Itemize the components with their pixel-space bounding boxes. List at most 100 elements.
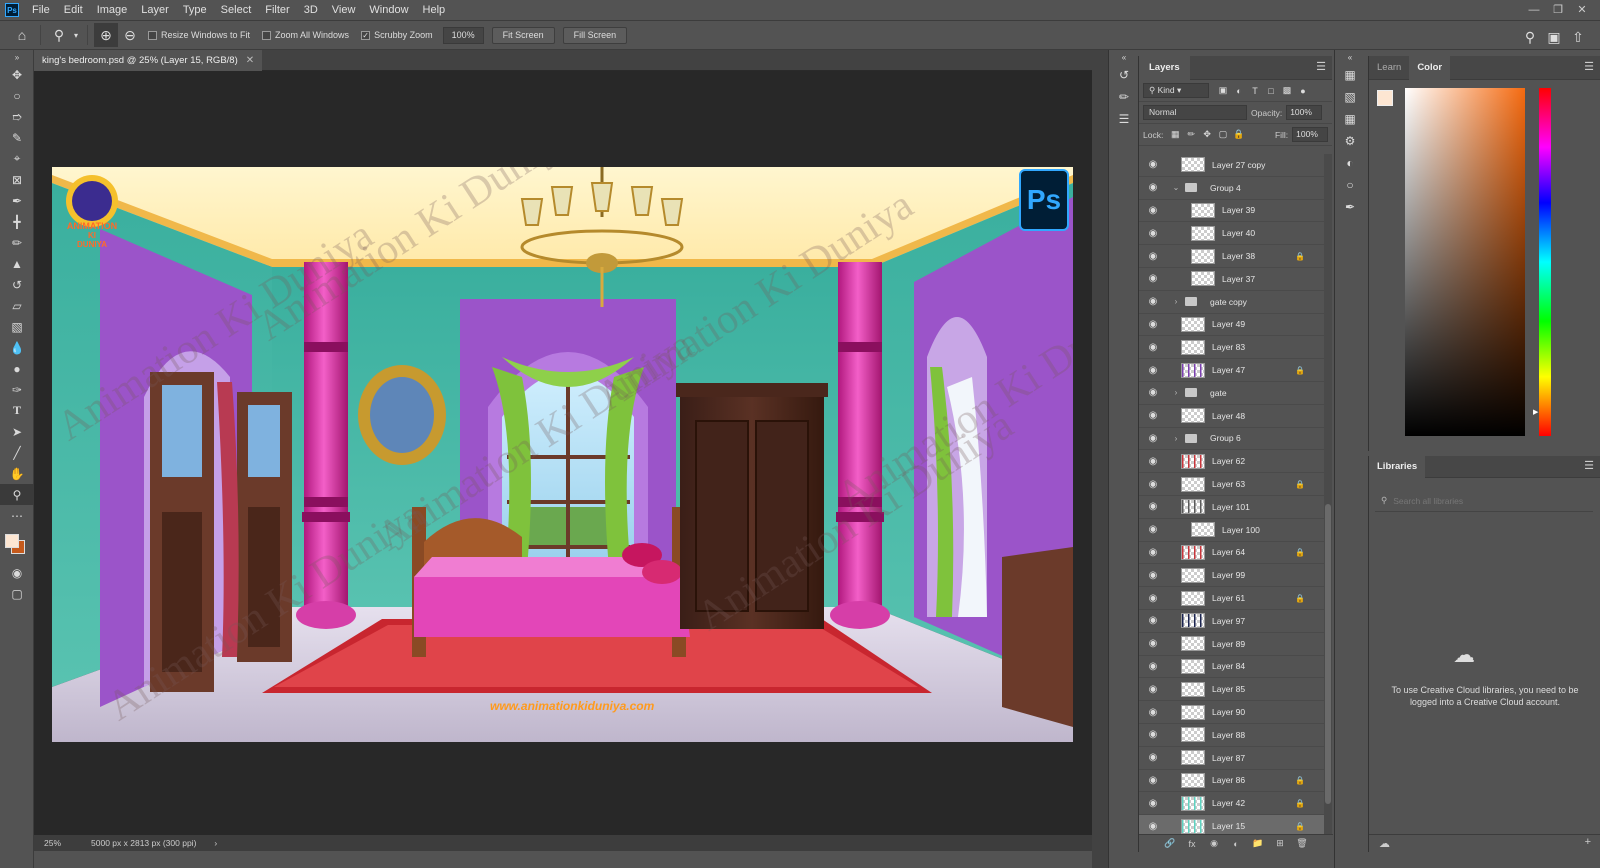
new-layer-icon[interactable]: ⊞ <box>1269 838 1291 849</box>
visibility-eye-icon[interactable]: ◉ <box>1139 273 1167 284</box>
layer-group-row[interactable]: ◉ › gate copy <box>1139 291 1325 314</box>
pen-tool-icon[interactable]: ✑ <box>0 379 34 400</box>
layer-name[interactable]: Group 4 <box>1210 183 1241 193</box>
layer-row[interactable]: ◉ Layer 40 <box>1139 222 1325 246</box>
layer-row[interactable]: ◉ Layer 42 🔒 <box>1139 792 1325 816</box>
scrubby-zoom-checkbox[interactable]: ✓ Scrubby Zoom <box>361 30 433 40</box>
layer-thumbnail[interactable] <box>1191 225 1215 241</box>
layers-scrollbar[interactable] <box>1324 154 1332 834</box>
layer-thumbnail[interactable] <box>1181 316 1205 332</box>
channels-panel-icon[interactable]: ○ <box>1335 174 1365 196</box>
search-icon[interactable]: ⚲ <box>1518 25 1542 49</box>
layer-row[interactable]: ◉ Layer 86 🔒 <box>1139 770 1325 793</box>
layer-name[interactable]: Layer 42 <box>1212 798 1245 808</box>
quick-select-tool-icon[interactable]: ✎ <box>0 127 34 148</box>
layer-thumbnail[interactable] <box>1181 499 1205 515</box>
layer-name[interactable]: Layer 99 <box>1212 570 1245 580</box>
fill-field[interactable]: 100% <box>1292 127 1328 142</box>
visibility-eye-icon[interactable]: ◉ <box>1139 387 1167 398</box>
zoom-all-windows-checkbox[interactable]: Zoom All Windows <box>262 30 349 40</box>
menu-select[interactable]: Select <box>214 0 259 20</box>
layer-row[interactable]: ◉ Layer 101 <box>1139 496 1325 519</box>
layer-row[interactable]: ◉ Layer 87 <box>1139 747 1325 770</box>
layer-row[interactable]: ◉ Layer 97 <box>1139 610 1325 633</box>
layer-thumbnail[interactable] <box>1191 202 1215 218</box>
type-tool-icon[interactable]: T <box>0 400 34 421</box>
menu-type[interactable]: Type <box>176 0 214 20</box>
link-layers-icon[interactable]: 🔗 <box>1159 838 1181 849</box>
layer-thumbnail[interactable] <box>1181 590 1205 606</box>
layer-row[interactable]: ◉ Layer 62 <box>1139 450 1325 474</box>
artwork-bedroom-scene[interactable]: Animation Ki Duniya Animation Ki Duniya … <box>52 167 1073 742</box>
visibility-eye-icon[interactable]: ◉ <box>1139 821 1167 832</box>
layer-row[interactable]: ◉ Layer 27 copy <box>1139 154 1325 177</box>
filter-shape-icon[interactable]: □ <box>1265 85 1277 97</box>
visibility-eye-icon[interactable]: ◉ <box>1139 524 1167 535</box>
line-tool-icon[interactable]: ╱ <box>0 442 34 463</box>
layer-thumbnail[interactable] <box>1181 362 1205 378</box>
frame-tool-icon[interactable]: ⊠ <box>0 169 34 190</box>
visibility-eye-icon[interactable]: ◉ <box>1139 159 1167 170</box>
share-icon[interactable]: ⇧ <box>1566 25 1590 49</box>
visibility-eye-icon[interactable]: ◉ <box>1139 661 1167 672</box>
layers-tab[interactable]: Layers <box>1139 55 1190 80</box>
layer-name[interactable]: Layer 89 <box>1212 639 1245 649</box>
layer-group-row[interactable]: ◉ ⌄ Group 4 <box>1139 177 1325 200</box>
layer-name[interactable]: Layer 84 <box>1212 661 1245 671</box>
collapse-toolbar-icon[interactable]: » <box>0 50 34 64</box>
lock-artboard-icon[interactable]: ▢ <box>1217 129 1229 141</box>
layer-thumbnail[interactable] <box>1181 727 1205 743</box>
patterns-panel-icon[interactable]: ▦ <box>1335 108 1365 130</box>
layer-name[interactable]: Layer 47 <box>1212 365 1245 375</box>
more-tools-icon[interactable]: ⋯ <box>0 505 34 526</box>
layer-row[interactable]: ◉ Layer 64 🔒 <box>1139 542 1325 565</box>
tab-learn[interactable]: Learn <box>1369 56 1409 80</box>
visibility-eye-icon[interactable]: ◉ <box>1139 296 1167 307</box>
brushes-panel-icon[interactable]: ☰ <box>1109 108 1139 130</box>
fit-screen-button[interactable]: Fit Screen <box>491 26 555 44</box>
menu-image[interactable]: Image <box>90 0 135 20</box>
visibility-eye-icon[interactable]: ◉ <box>1139 479 1167 490</box>
hand-tool-icon[interactable]: ✋ <box>0 463 34 484</box>
visibility-eye-icon[interactable]: ◉ <box>1139 501 1167 512</box>
cloud-sync-icon[interactable]: ☁ <box>1379 837 1390 850</box>
layer-thumbnail[interactable] <box>1181 544 1205 560</box>
filter-smart-object-icon[interactable]: ▩ <box>1281 85 1293 97</box>
foreground-color-chip[interactable] <box>1377 90 1393 106</box>
visibility-eye-icon[interactable]: ◉ <box>1139 410 1167 421</box>
brush-settings-icon[interactable]: ✏ <box>1109 86 1139 108</box>
layer-row[interactable]: ◉ Layer 100 <box>1139 519 1325 542</box>
layer-row[interactable]: ◉ Layer 89 <box>1139 633 1325 656</box>
layer-row[interactable]: ◉ Layer 37 <box>1139 268 1325 291</box>
visibility-eye-icon[interactable]: ◉ <box>1139 365 1167 376</box>
foreground-color-swatch[interactable] <box>5 534 19 548</box>
menu-edit[interactable]: Edit <box>57 0 90 20</box>
layer-name[interactable]: Layer 27 copy <box>1212 160 1265 170</box>
layer-name[interactable]: Layer 64 <box>1212 547 1245 557</box>
visibility-eye-icon[interactable]: ◉ <box>1139 319 1167 330</box>
panel-menu-icon[interactable]: ☰ <box>1584 459 1594 472</box>
layer-row[interactable]: ◉ Layer 47 🔒 <box>1139 359 1325 382</box>
visibility-eye-icon[interactable]: ◉ <box>1139 638 1167 649</box>
menu-filter[interactable]: Filter <box>258 0 296 20</box>
fill-screen-button[interactable]: Fill Screen <box>562 26 628 44</box>
layer-row[interactable]: ◉ Layer 48 <box>1139 405 1325 428</box>
tab-libraries[interactable]: Libraries <box>1369 454 1426 479</box>
visibility-eye-icon[interactable]: ◉ <box>1139 615 1167 626</box>
blend-mode-select[interactable]: Normal <box>1143 105 1247 120</box>
layer-thumbnail[interactable] <box>1191 248 1215 264</box>
layer-name[interactable]: Layer 86 <box>1212 775 1245 785</box>
swatches-panel-icon[interactable]: ▦ <box>1335 64 1365 86</box>
layer-name[interactable]: Layer 87 <box>1212 753 1245 763</box>
layer-row[interactable]: ◉ Layer 83 <box>1139 336 1325 360</box>
status-zoom[interactable]: 25% <box>44 838 61 848</box>
close-icon[interactable]: ✕ <box>1570 0 1594 20</box>
filter-adjustment-icon[interactable]: ◐ <box>1233 85 1245 97</box>
visibility-eye-icon[interactable]: ◉ <box>1139 433 1167 444</box>
layer-thumbnail[interactable] <box>1191 271 1215 287</box>
layer-name[interactable]: Layer 85 <box>1212 684 1245 694</box>
layer-row[interactable]: ◉ Layer 39 <box>1139 200 1325 223</box>
layer-thumbnail[interactable] <box>1181 567 1205 583</box>
scrollbar-thumb[interactable] <box>1325 504 1331 804</box>
zoom-level-field[interactable]: 100% <box>442 26 484 44</box>
